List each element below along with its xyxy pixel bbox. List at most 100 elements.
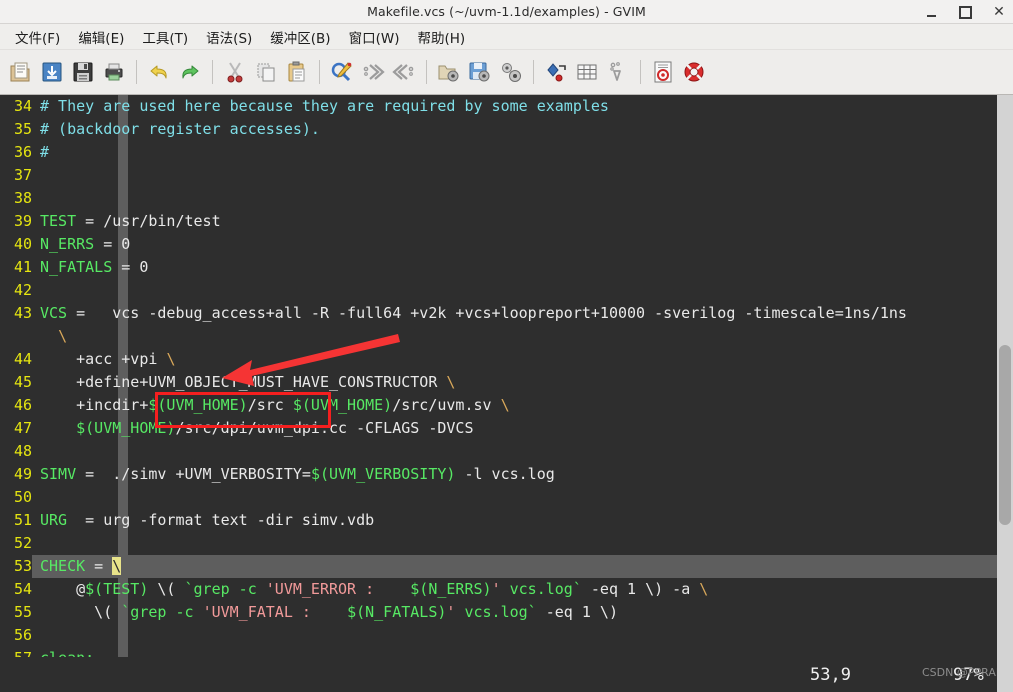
find-help-icon[interactable] — [679, 56, 709, 88]
line-number: 51 — [13, 511, 32, 529]
code-line[interactable]: 42 — [0, 279, 997, 302]
code-line[interactable]: 47 $(UVM_HOME)/src/dpi/uvm_dpi.cc -CFLAG… — [0, 417, 997, 440]
undo-icon[interactable] — [144, 56, 174, 88]
code-line[interactable]: 49 SIMV = ./simv +UVM_VERBOSITY=$(UVM_VER… — [0, 463, 997, 486]
redo-icon[interactable] — [175, 56, 205, 88]
line-number: 55 — [13, 603, 32, 621]
maximize-button[interactable] — [957, 4, 973, 20]
toolbar-separator — [533, 60, 534, 84]
code-line[interactable]: 48 — [0, 440, 997, 463]
find-prev-icon[interactable] — [389, 56, 419, 88]
copy-icon[interactable] — [251, 56, 281, 88]
line-content[interactable]: URG = urg -format text -dir simv.vdb — [32, 509, 997, 532]
code-line[interactable]: 36 # — [0, 141, 997, 164]
line-content[interactable]: +incdir+$(UVM_HOME)/src $(UVM_HOME)/src/… — [32, 394, 997, 417]
code-token: +define+UVM_OBJECT_MUST_HAVE_CONSTRUCTOR — [40, 373, 447, 391]
code-line[interactable]: 52 — [0, 532, 997, 555]
line-content[interactable] — [32, 164, 997, 187]
line-content[interactable]: # — [32, 141, 997, 164]
code-line[interactable]: 38 — [0, 187, 997, 210]
code-line[interactable]: 55 \( `grep -c 'UVM_FATAL : $(N_FATALS)'… — [0, 601, 997, 624]
code-line[interactable]: 39 TEST = /usr/bin/test — [0, 210, 997, 233]
line-number: 34 — [13, 97, 32, 115]
scrollbar-thumb[interactable] — [999, 345, 1011, 525]
find-icon[interactable] — [327, 56, 357, 88]
code-text[interactable]: 34 # They are used here because they are … — [0, 95, 997, 657]
line-number: 35 — [13, 120, 32, 138]
line-content[interactable]: $(UVM_HOME)/src/dpi/uvm_dpi.cc -CFLAGS -… — [32, 417, 997, 440]
line-content[interactable] — [32, 624, 997, 647]
vertical-scrollbar[interactable] — [997, 95, 1013, 657]
code-line[interactable]: 57 clean: — [0, 647, 997, 657]
code-line[interactable]: 34 # They are used here because they are … — [0, 95, 997, 118]
line-content[interactable] — [32, 187, 997, 210]
menu-help[interactable]: 帮助(H) — [408, 25, 474, 49]
help-icon[interactable] — [648, 56, 678, 88]
open-file-icon[interactable] — [6, 56, 36, 88]
line-content[interactable]: @$(TEST) \( `grep -c 'UVM_ERROR : $(N_ER… — [32, 578, 997, 601]
editor-area[interactable]: 34 # They are used here because they are … — [0, 95, 1013, 657]
code-token: # — [40, 143, 50, 161]
code-line[interactable]: 37 — [0, 164, 997, 187]
line-number: 41 — [13, 258, 32, 276]
menu-edit[interactable]: 编辑(E) — [69, 25, 133, 49]
code-token: `grep -c — [184, 580, 266, 598]
load-session-icon[interactable] — [434, 56, 464, 88]
line-content[interactable]: # They are used here because they are re… — [32, 95, 997, 118]
line-content[interactable]: +acc +vpi \ — [32, 348, 997, 371]
code-line[interactable]: 56 — [0, 624, 997, 647]
menu-syntax[interactable]: 语法(S) — [197, 25, 261, 49]
line-content[interactable] — [32, 486, 997, 509]
find-next-icon[interactable] — [358, 56, 388, 88]
jump-tag-icon[interactable] — [603, 56, 633, 88]
code-line[interactable]: 50 — [0, 486, 997, 509]
line-content[interactable] — [32, 440, 997, 463]
print-icon[interactable] — [99, 56, 129, 88]
code-line[interactable]: 43 VCS = vcs -debug_access+all -R -full64… — [0, 302, 997, 348]
menu-window[interactable]: 窗口(W) — [340, 25, 409, 49]
code-line[interactable]: 40 N_ERRS = 0 — [0, 233, 997, 256]
code-token: = 0 — [94, 235, 131, 253]
line-content[interactable]: N_ERRS = 0 — [32, 233, 997, 256]
minimize-button[interactable] — [923, 4, 939, 20]
code-token: = urg -format text -dir simv.vdb — [67, 511, 375, 529]
code-line[interactable]: 35 # (backdoor register accesses). — [0, 118, 997, 141]
code-line[interactable]: 53 CHECK = \ — [0, 555, 997, 578]
save-session-icon[interactable] — [465, 56, 495, 88]
cut-icon[interactable] — [220, 56, 250, 88]
line-content[interactable] — [32, 532, 997, 555]
menu-file[interactable]: 文件(F) — [6, 25, 69, 49]
menu-buffers[interactable]: 缓冲区(B) — [261, 25, 339, 49]
line-number: 48 — [13, 442, 32, 460]
build-tags-icon[interactable] — [572, 56, 602, 88]
make-icon[interactable] — [541, 56, 571, 88]
menu-tools[interactable]: 工具(T) — [133, 25, 197, 49]
code-line[interactable]: 54 @$(TEST) \( `grep -c 'UVM_ERROR : $(N… — [0, 578, 997, 601]
code-line[interactable]: 51 URG = urg -format text -dir simv.vdb — [0, 509, 997, 532]
line-content[interactable]: \( `grep -c 'UVM_FATAL : $(N_FATALS)' vc… — [32, 601, 997, 624]
line-content[interactable]: # (backdoor register accesses). — [32, 118, 997, 141]
line-content[interactable] — [32, 279, 997, 302]
line-content[interactable]: N_FATALS = 0 — [32, 256, 997, 279]
line-content[interactable]: VCS = vcs -debug_access+all -R -full64 +… — [32, 302, 997, 348]
save-all-icon[interactable] — [68, 56, 98, 88]
code-line[interactable]: 45 +define+UVM_OBJECT_MUST_HAVE_CONSTRUC… — [0, 371, 997, 394]
code-token: $(UVM_HOME) — [148, 396, 248, 414]
line-content[interactable]: SIMV = ./simv +UVM_VERBOSITY=$(UVM_VERBO… — [32, 463, 997, 486]
code-token: URG — [40, 511, 68, 529]
save-file-icon[interactable] — [37, 56, 67, 88]
line-number: 56 — [13, 626, 32, 644]
line-content[interactable]: +define+UVM_OBJECT_MUST_HAVE_CONSTRUCTOR… — [32, 371, 997, 394]
code-line[interactable]: 41 N_FATALS = 0 — [0, 256, 997, 279]
run-script-icon[interactable] — [496, 56, 526, 88]
code-token: $(UVM_HOME) — [76, 419, 176, 437]
code-line[interactable]: 46 +incdir+$(UVM_HOME)/src $(UVM_HOME)/s… — [0, 394, 997, 417]
code-token: /src — [247, 396, 293, 414]
close-button[interactable]: ✕ — [991, 4, 1007, 20]
line-content[interactable]: CHECK = \ — [32, 555, 997, 578]
code-line[interactable]: 44 +acc +vpi \ — [0, 348, 997, 371]
code-token: \( — [40, 603, 122, 621]
line-content[interactable]: TEST = /usr/bin/test — [32, 210, 997, 233]
paste-icon[interactable] — [282, 56, 312, 88]
line-content[interactable]: clean: — [32, 647, 997, 657]
